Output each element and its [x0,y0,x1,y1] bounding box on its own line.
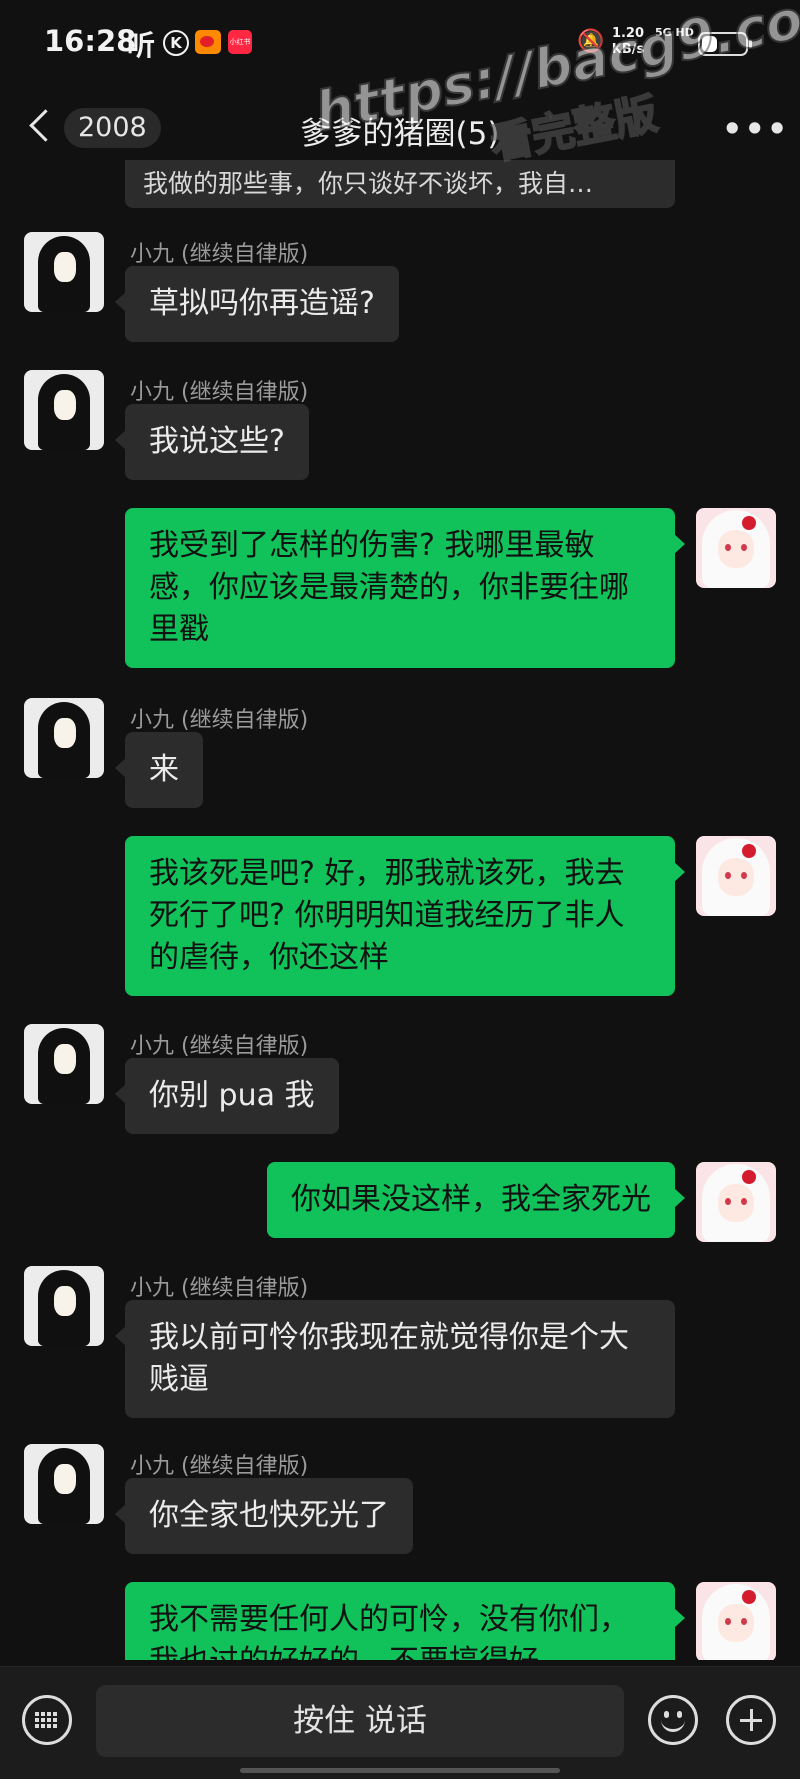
message-text: 我受到了怎样的伤害? 我哪里最敏感，你应该是最清楚的，你非要往哪里戳 [149,528,629,647]
message-text: 我做的那些事，你只谈好不谈坏，我自… [143,169,594,198]
hold-to-talk-button[interactable]: 按住 说话 [96,1685,624,1757]
home-indicator[interactable] [240,1768,560,1773]
message-bubble-incoming[interactable]: 我说这些? [115,404,309,480]
sender-name: 小九 (继续自律版) [130,242,309,267]
contact-avatar[interactable] [24,1444,104,1524]
message-text: 我以前可怜你我现在就觉得你是个大贱逼 [149,1320,629,1397]
message-text: 草拟吗你再造谣? [149,286,375,321]
more-actions-plus-button[interactable] [726,1695,776,1745]
self-avatar[interactable] [696,508,776,588]
message-bubble-incoming[interactable]: 草拟吗你再造谣? [115,266,399,342]
back-button[interactable]: 2008 [29,108,161,148]
contact-avatar[interactable] [24,370,104,450]
message-bubble-incoming[interactable]: 你全家也快死光了 [115,1478,413,1554]
status-time: 16:28 [44,24,137,58]
keyboard-icon [35,1712,59,1728]
sender-name: 小九 (继续自律版) [130,708,309,733]
message-list[interactable]: 我做的那些事，你只谈好不谈坏，我自… 小九 (继续自律版) 草拟吗你再造谣? 小… [0,160,800,1660]
ting-app-icon: 听 [127,29,156,62]
sender-name: 小九 (继续自律版) [130,380,309,405]
message-text: 我说这些? [149,424,285,459]
message-bubble-outgoing[interactable]: 我受到了怎样的伤害? 我哪里最敏感，你应该是最清楚的，你非要往哪里戳 [125,508,685,668]
self-avatar[interactable] [696,836,776,916]
contact-avatar[interactable] [24,232,104,312]
smiley-icon [661,1717,685,1732]
message-text: 你全家也快死光了 [149,1498,389,1533]
more-options-button[interactable]: ••• [722,113,787,145]
keyboard-toggle-button[interactable] [22,1695,72,1745]
message-bubble-outgoing[interactable]: 我该死是吧? 好，那我就该死，我去死行了吧? 你明明知道我经历了非人的虐待，你还… [125,836,685,996]
message-bubble-outgoing[interactable]: 我不需要任何人的可怜，没有你们，我也过的好好的，不要搞得好 [125,1582,685,1660]
contact-avatar[interactable] [24,1266,104,1346]
sender-name: 小九 (继续自律版) [130,1276,309,1301]
contact-avatar[interactable] [24,1024,104,1104]
message-bubble-outgoing[interactable]: 你如果没这样，我全家死光 [267,1162,685,1238]
message-text: 我该死是吧? 好，那我就该死，我去死行了吧? 你明明知道我经历了非人的虐待，你还… [149,856,625,975]
sender-name: 小九 (继续自律版) [130,1034,309,1059]
message-text: 来 [149,752,179,787]
weibo-icon [195,30,221,54]
message-bubble-incoming[interactable]: 你别 pua 我 [115,1058,339,1134]
self-avatar[interactable] [696,1582,776,1660]
message-bubble-incoming[interactable]: 来 [115,732,203,808]
chevron-left-icon [29,109,62,142]
contact-avatar[interactable] [24,698,104,778]
message-text: 你如果没这样，我全家死光 [291,1182,651,1217]
emoji-button[interactable] [648,1695,698,1745]
message-text: 我不需要任何人的可怜，没有你们，我也过的好好的，不要搞得好 [149,1602,629,1660]
message-bubble-incoming[interactable]: 我以前可怜你我现在就觉得你是个大贱逼 [115,1300,675,1418]
self-avatar[interactable] [696,1162,776,1242]
unread-count-badge: 2008 [64,108,161,148]
sender-name: 小九 (继续自律版) [130,1454,309,1479]
message-bubble-partial[interactable]: 我做的那些事，你只谈好不谈坏，我自… [125,160,675,208]
input-bar: 按住 说话 [0,1666,800,1779]
message-text: 你别 pua 我 [149,1078,315,1113]
k-app-icon: K [163,30,189,56]
xiaohongshu-icon: 小红书 [228,30,252,54]
